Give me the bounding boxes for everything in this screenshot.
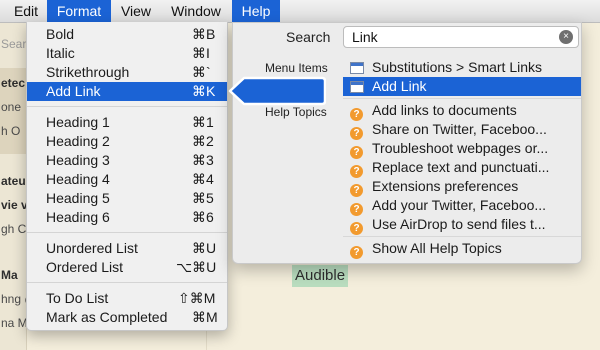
note-title-fragment[interactable]: ateu (1, 174, 26, 188)
help-search-input[interactable] (352, 28, 552, 46)
note-title-fragment[interactable]: etec (1, 76, 26, 90)
menu-item-shortcut: ⌘4 (192, 171, 214, 187)
menu-item-shortcut: ⌘K (192, 83, 216, 99)
help-search-label: Search (286, 29, 331, 45)
help-topics-label: Help Topics (265, 105, 327, 119)
help-topic-item[interactable]: ? Troubleshoot webpages or... (343, 139, 581, 159)
menu-item-heading-4[interactable]: Heading 4 ⌘4 (27, 170, 227, 189)
menu-separator (27, 106, 227, 107)
note-preview-fragment: hng @ (1, 292, 26, 306)
menu-item-to-do-list[interactable]: To Do List ⇧⌘M (27, 289, 227, 308)
menu-item-bold[interactable]: Bold ⌘B (27, 25, 227, 44)
help-topic-label: Extensions preferences (372, 178, 519, 194)
menu-item-shortcut: ⌘5 (192, 190, 214, 206)
menu-items-label: Menu Items (265, 61, 328, 75)
menu-item-heading-6[interactable]: Heading 6 ⌘6 (27, 208, 227, 227)
editor-highlighted-text[interactable]: Audible (292, 265, 349, 287)
sidebar-search-fragment[interactable]: Sear (1, 37, 26, 51)
menu-item-label: To Do List (46, 290, 109, 306)
menu-item-shortcut: ⌘6 (192, 209, 214, 225)
menu-item-label: Heading 3 (46, 152, 110, 168)
help-topic-label: Share on Twitter, Faceboo... (372, 121, 547, 137)
help-topic-label: Troubleshoot webpages or... (372, 140, 549, 156)
menu-item-label: Unordered List (46, 240, 138, 256)
menu-separator (27, 282, 227, 283)
menu-item-label: Bold (46, 26, 75, 42)
menu-item-shortcut: ⇧⌘M (178, 290, 216, 306)
menu-item-label: Italic (46, 45, 75, 61)
menu-item-strikethrough[interactable]: Strikethrough ⌘` (27, 63, 227, 82)
menu-item-label: Heading 5 (46, 190, 110, 206)
help-topic-icon: ? (350, 246, 363, 259)
menu-item-shortcut: ⌘I (192, 45, 210, 61)
menu-item-shortcut: ⌥⌘U (176, 259, 217, 275)
menu-item-heading-3[interactable]: Heading 3 ⌘3 (27, 151, 227, 170)
menu-item-add-link[interactable]: Add Link ⌘K (27, 82, 227, 101)
menu-item-heading-1[interactable]: Heading 1 ⌘1 (27, 113, 227, 132)
help-topic-item[interactable]: ? Replace text and punctuati... (343, 158, 581, 178)
help-topic-item[interactable]: ? Use AirDrop to send files t... (343, 215, 581, 235)
note-title-fragment[interactable]: Ma (1, 268, 26, 282)
menu-item-shortcut: ⌘U (192, 240, 217, 256)
help-topic-label: Replace text and punctuati... (372, 159, 550, 175)
menu-item-label: Heading 6 (46, 209, 110, 225)
menu-bar: Edit Format View Window Help (0, 0, 600, 23)
menu-item-ordered-list[interactable]: Ordered List ⌥⌘U (27, 258, 227, 277)
menu-item-shortcut: ⌘` (192, 64, 211, 80)
help-topic-item[interactable]: ? Add your Twitter, Faceboo... (343, 196, 581, 216)
menu-item-label: Strikethrough (46, 64, 130, 80)
help-result-menu-item[interactable]: Substitutions > Smart Links (343, 58, 581, 77)
help-topic-label: Add links to documents (372, 102, 517, 118)
note-title-fragment[interactable]: vie v (1, 198, 26, 212)
menu-item-shortcut: ⌘M (192, 309, 218, 325)
help-topic-icon: ? (350, 222, 363, 235)
menu-item-shortcut: ⌘1 (192, 114, 214, 130)
help-menu: Search × Menu Items Help Topics Substitu… (232, 22, 582, 264)
menu-item-shortcut: ⌘2 (192, 133, 214, 149)
clear-search-icon[interactable]: × (559, 30, 573, 44)
note-preview-fragment: gh C (1, 222, 26, 236)
menu-item-mark-as-completed[interactable]: Mark as Completed ⌘M (27, 308, 227, 327)
help-result-menu-item[interactable]: Add Link (343, 77, 581, 96)
menu-item-heading-5[interactable]: Heading 5 ⌘5 (27, 189, 227, 208)
show-all-help-topics[interactable]: ? Show All Help Topics (343, 239, 581, 259)
menu-separator (343, 236, 581, 237)
menu-window[interactable]: Window (161, 0, 231, 22)
menu-item-shortcut: ⌘B (192, 26, 216, 42)
help-result-label: Add Link (372, 78, 427, 94)
menu-item-italic[interactable]: Italic ⌘I (27, 44, 227, 63)
menu-item-unordered-list[interactable]: Unordered List ⌘U (27, 239, 227, 258)
menu-item-label: Ordered List (46, 259, 124, 275)
menu-help[interactable]: Help (232, 0, 280, 22)
help-topic-label: Use AirDrop to send files t... (372, 216, 546, 232)
note-preview-fragment: h O (1, 124, 21, 138)
menu-item-label: Add Link (46, 83, 101, 99)
help-topic-item[interactable]: ? Add links to documents (343, 101, 581, 121)
help-search-box: × (343, 26, 579, 48)
menu-location-arrow-icon (228, 76, 326, 106)
menu-edit[interactable]: Edit (5, 0, 47, 22)
menu-format[interactable]: Format (47, 0, 111, 22)
menu-item-icon (350, 81, 364, 93)
menu-item-label: Heading 4 (46, 171, 110, 187)
note-preview-fragment: one (1, 100, 22, 114)
menu-view[interactable]: View (111, 0, 161, 22)
help-topic-item[interactable]: ? Share on Twitter, Faceboo... (343, 120, 581, 140)
note-preview-fragment: na M (1, 316, 26, 330)
menu-separator (343, 98, 581, 99)
menu-item-label: Heading 2 (46, 133, 110, 149)
menu-item-icon (350, 62, 364, 74)
show-all-label: Show All Help Topics (372, 240, 502, 256)
menu-item-shortcut: ⌘3 (192, 152, 214, 168)
help-topic-label: Add your Twitter, Faceboo... (372, 197, 547, 213)
menu-item-heading-2[interactable]: Heading 2 ⌘2 (27, 132, 227, 151)
help-topic-item[interactable]: ? Extensions preferences (343, 177, 581, 197)
format-menu: Bold ⌘B Italic ⌘I Strikethrough ⌘` Add L… (26, 22, 228, 331)
menu-item-label: Heading 1 (46, 114, 110, 130)
menu-item-label: Mark as Completed (46, 309, 168, 325)
menu-separator (27, 232, 227, 233)
help-result-label: Substitutions > Smart Links (372, 59, 543, 75)
